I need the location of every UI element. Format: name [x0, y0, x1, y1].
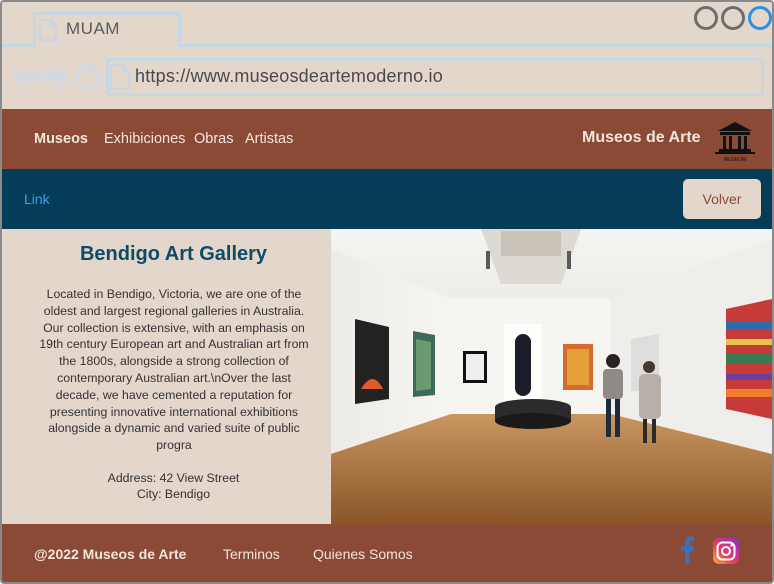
- gallery-city: City: Bendigo: [136, 487, 211, 501]
- link[interactable]: Link: [24, 191, 50, 207]
- forward-arrow-icon[interactable]: [42, 65, 70, 89]
- site-footer: @2022 Museos de Arte Terminos Quienes So…: [2, 524, 772, 582]
- footer-about-link[interactable]: Quienes Somos: [313, 546, 413, 562]
- action-bar: Link Volver: [2, 169, 772, 229]
- tab-divider: [2, 44, 36, 47]
- instagram-icon[interactable]: [713, 538, 739, 564]
- tab-title: MUAM: [66, 19, 120, 38]
- browser-window: MUAM https://www.museosdeartemoderno.io: [0, 0, 774, 584]
- museum-logo-icon[interactable]: MUSEUM: [712, 119, 758, 163]
- back-button[interactable]: Volver: [683, 179, 761, 219]
- close-button[interactable]: [748, 6, 772, 30]
- footer-copyright: @2022 Museos de Arte: [34, 546, 187, 562]
- minimize-button[interactable]: [694, 6, 718, 30]
- logo-caption: MUSEUM: [724, 157, 746, 163]
- site-header: Museos Exhibiciones Obras Artistas Museo…: [2, 109, 772, 169]
- url-text[interactable]: https://www.museosdeartemoderno.io: [135, 66, 443, 87]
- back-arrow-icon[interactable]: [12, 65, 40, 89]
- gallery-info-panel: Bendigo Art Gallery Located in Bendigo, …: [2, 229, 331, 524]
- reload-icon[interactable]: [74, 63, 102, 91]
- tab-divider: [178, 44, 772, 47]
- gallery-photo: [331, 229, 772, 524]
- nav-exhibiciones[interactable]: Exhibiciones: [104, 131, 185, 147]
- window-controls: [694, 6, 772, 30]
- gallery-description: Located in Bendigo, Victoria, we are one…: [39, 287, 309, 453]
- gallery-address: Address: 42 View Street: [107, 471, 240, 485]
- gallery-interior-image: [331, 229, 772, 524]
- site-brand[interactable]: Museos de Arte: [582, 129, 701, 147]
- document-icon: [39, 19, 57, 41]
- nav-obras[interactable]: Obras: [194, 131, 234, 147]
- gallery-title: Bendigo Art Gallery: [79, 243, 268, 265]
- nav-museos[interactable]: Museos: [34, 131, 88, 147]
- navigation-arrows: [12, 63, 102, 91]
- nav-artistas[interactable]: Artistas: [245, 131, 293, 147]
- page-icon: [110, 64, 130, 90]
- maximize-button[interactable]: [721, 6, 745, 30]
- facebook-icon[interactable]: [677, 536, 699, 564]
- browser-chrome: MUAM https://www.museosdeartemoderno.io: [2, 2, 772, 109]
- footer-terms-link[interactable]: Terminos: [223, 546, 280, 562]
